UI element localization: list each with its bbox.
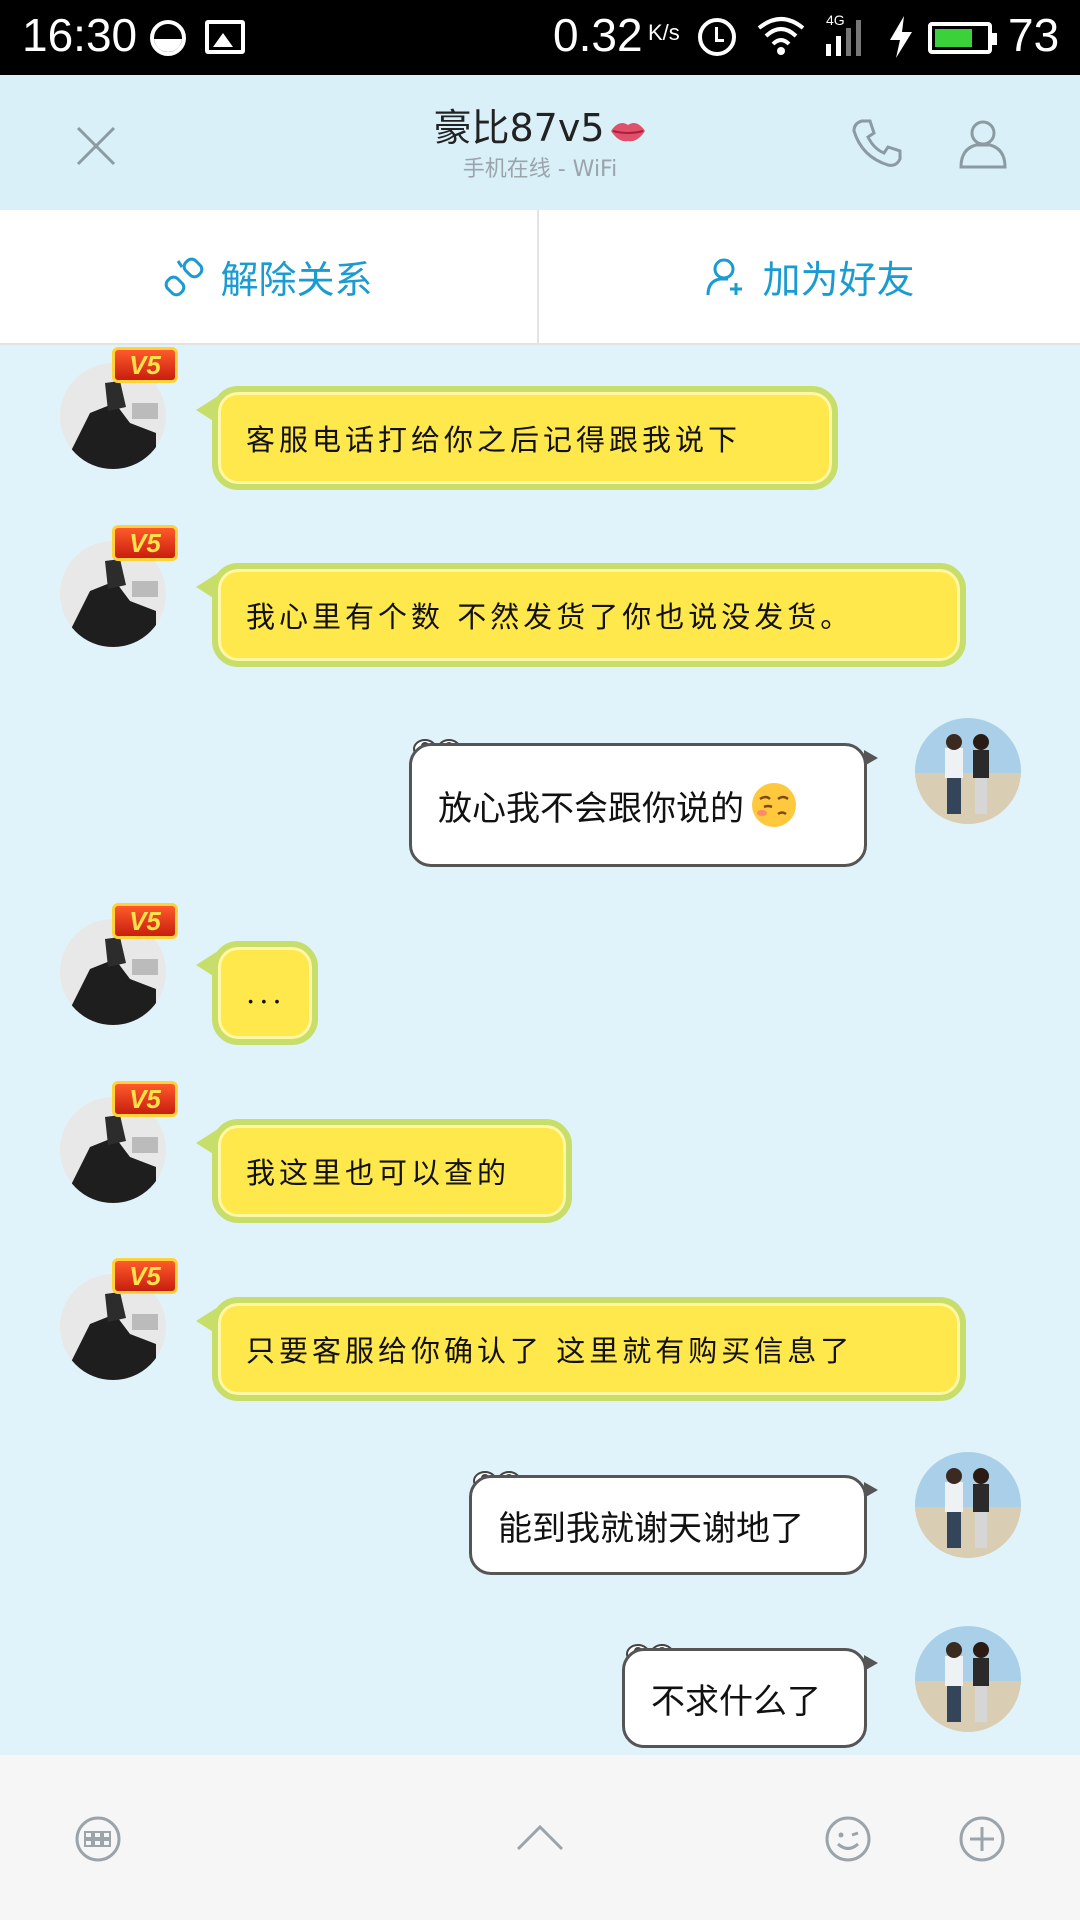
v5-badge: V5	[112, 1081, 178, 1117]
chat-title: 豪比87v5	[0, 97, 1080, 152]
message-bubble[interactable]: 不求什么了	[622, 1648, 878, 1748]
online-status: 手机在线 - WiFi	[462, 157, 618, 182]
signal-icon	[826, 20, 861, 56]
battery-percent: 73	[1008, 9, 1060, 61]
message-bubble[interactable]: 客服电话打给你之后记得跟我说下	[196, 386, 838, 490]
unlink-button[interactable]: 解除关系	[0, 210, 539, 343]
battery-icon	[928, 22, 997, 54]
do-not-disturb-icon	[150, 20, 186, 56]
lips-icon	[610, 122, 645, 141]
my-avatar[interactable]	[915, 1626, 1021, 1732]
message-bubble[interactable]: 只要客服给你确认了 这里就有购买信息了	[196, 1297, 966, 1401]
phone-icon[interactable]	[850, 117, 902, 169]
wifi-icon	[757, 17, 805, 55]
message-bubble[interactable]: 我这里也可以查的	[196, 1119, 572, 1223]
v5-badge: V5	[112, 903, 178, 939]
chevron-up-icon[interactable]	[516, 1815, 564, 1863]
v5-badge: V5	[112, 347, 178, 383]
my-avatar[interactable]	[915, 718, 1021, 824]
profile-icon[interactable]	[958, 117, 1008, 169]
add-friend-label: 加为好友	[762, 258, 915, 302]
emoji-icon[interactable]	[824, 1815, 872, 1863]
add-friend-icon	[706, 258, 743, 295]
contact-name: 豪比87v5	[433, 106, 605, 150]
message-bubble[interactable]: 我心里有个数 不然发货了你也说没发货。	[196, 563, 966, 667]
battery-level	[935, 29, 972, 47]
my-avatar[interactable]	[915, 1452, 1021, 1558]
network-speed-unit: K/s	[648, 20, 680, 45]
alarm-icon	[698, 18, 736, 56]
smirk-emoji-icon	[752, 783, 796, 827]
v5-badge: V5	[112, 1258, 178, 1294]
unlink-icon	[165, 257, 204, 296]
message-bubble[interactable]: ...	[196, 941, 318, 1045]
add-friend-button[interactable]: 加为好友	[541, 210, 1080, 343]
plus-icon[interactable]	[958, 1815, 1006, 1863]
message-text: 放心我不会跟你说的	[438, 788, 744, 829]
message-bubble[interactable]: 能到我就谢天谢地了	[469, 1475, 878, 1575]
unlink-label: 解除关系	[220, 258, 373, 302]
status-bar: 16:30 0.32 K/s 4G 73	[0, 0, 1080, 75]
image-notification-icon	[205, 20, 245, 54]
input-toolbar	[0, 1755, 1080, 1920]
status-time: 16:30	[22, 9, 138, 61]
network-speed: 0.32	[553, 9, 643, 61]
chat-header: 豪比87v5 手机在线 - WiFi	[0, 75, 1080, 210]
keyboard-icon[interactable]	[74, 1815, 122, 1863]
v5-badge: V5	[112, 525, 178, 561]
charging-icon	[890, 16, 912, 58]
message-bubble[interactable]: 放心我不会跟你说的	[409, 743, 878, 867]
action-bar: 解除关系 加为好友	[0, 210, 1080, 345]
